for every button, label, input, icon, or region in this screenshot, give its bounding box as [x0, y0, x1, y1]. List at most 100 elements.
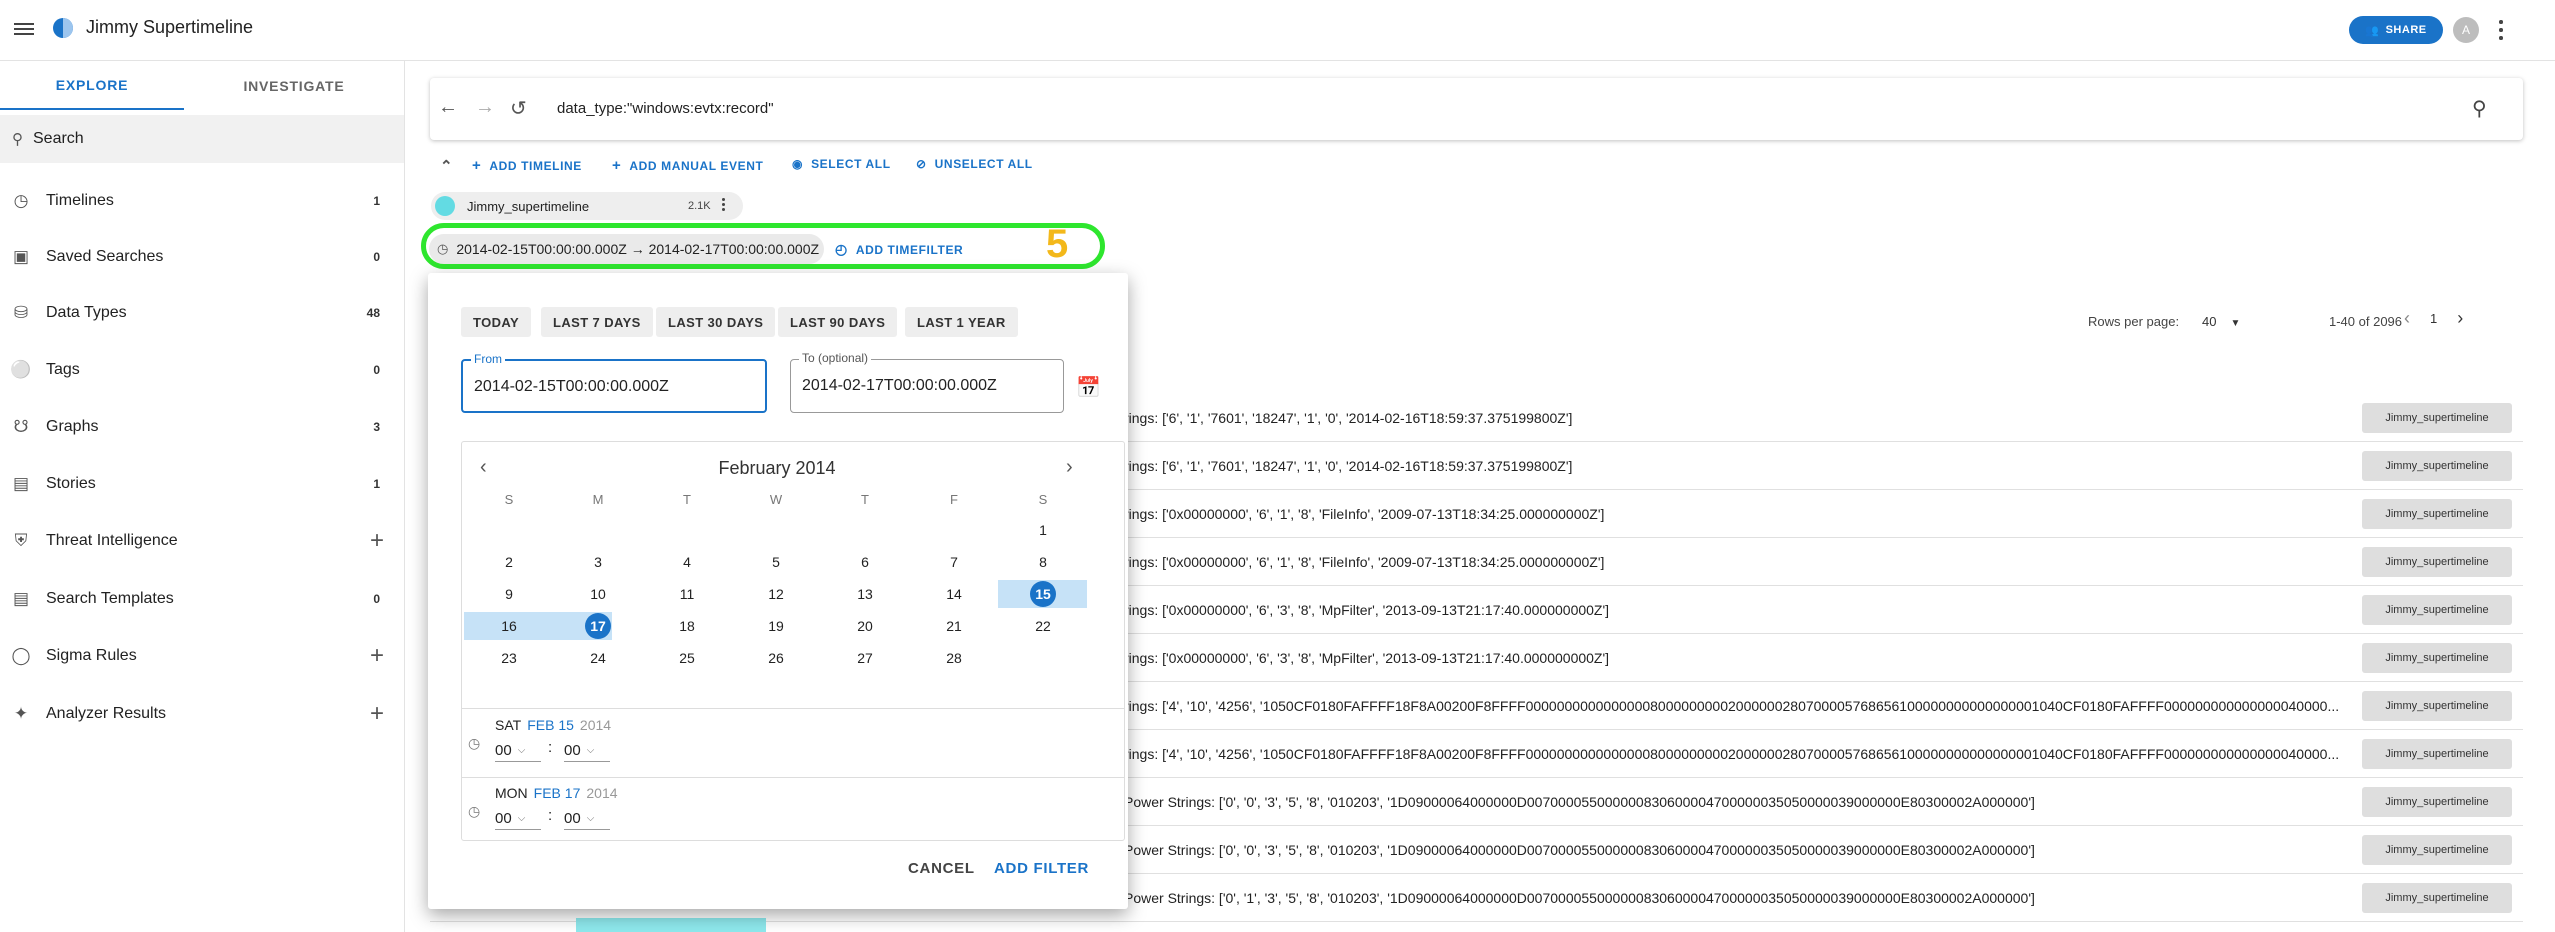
sidebar-item-label: Data Types [46, 304, 127, 321]
calendar-day[interactable]: 28 [924, 644, 984, 672]
timeline-tag[interactable]: Jimmy_supertimeline [2362, 691, 2512, 721]
add-timeline-button[interactable]: + ADD TIMELINE [472, 157, 582, 174]
calendar-day[interactable]: 5 [746, 548, 806, 576]
rows-per-page-select[interactable]: 40 ▼ [2202, 314, 2240, 329]
saved-search-icon: ▣ [12, 247, 30, 266]
more-vert-icon[interactable] [2494, 18, 2508, 42]
action-label: ADD TIMELINE [489, 158, 582, 173]
preset-today-button[interactable]: TODAY [461, 307, 532, 337]
calendar-day[interactable]: 15 [1013, 580, 1073, 608]
sidebar-item-tags[interactable]: ⚪ Tags 0 [0, 342, 404, 398]
history-icon[interactable]: ↺ [510, 96, 527, 121]
timeline-tag[interactable]: Jimmy_supertimeline [2362, 883, 2512, 913]
sidebar-item-timelines[interactable]: ◷ Timelines 1 [0, 173, 404, 229]
calendar-day[interactable]: 16 [479, 612, 539, 640]
search-input[interactable]: data_type:"windows:evtx:record" [557, 100, 774, 117]
weekday-header: W [769, 492, 783, 507]
forward-arrow-icon[interactable]: → [475, 96, 495, 119]
preset-last-90-days-button[interactable]: LAST 90 DAYS [778, 307, 898, 337]
calendar-day[interactable]: 12 [746, 580, 806, 608]
tab-explore[interactable]: EXPLORE [0, 61, 184, 110]
calendar-day[interactable]: 9 [479, 580, 539, 608]
sidebar-item-data-types[interactable]: ⛁ Data Types 48 [0, 285, 404, 341]
sidebar-item-analyzer-results[interactable]: ✦ Analyzer Results + [0, 686, 404, 742]
sidebar-item-sigma-rules[interactable]: ◯ Sigma Rules + [0, 628, 404, 684]
range-label: 1-40 of 2096 [2329, 314, 2403, 329]
next-page-icon[interactable]: › [2457, 308, 2463, 329]
sidebar-item-stories[interactable]: ▤ Stories 1 [0, 456, 404, 512]
calendar-day[interactable]: 8 [1013, 548, 1073, 576]
add-icon[interactable]: + [370, 642, 384, 670]
timeline-tag[interactable]: Jimmy_supertimeline [2362, 739, 2512, 769]
calendar-day[interactable]: 21 [924, 612, 984, 640]
calendar-day[interactable]: 18 [657, 612, 717, 640]
prev-page-icon[interactable]: ‹ [2404, 308, 2410, 329]
calendar-day[interactable]: 11 [657, 580, 717, 608]
prev-month-icon[interactable]: ‹ [480, 456, 487, 479]
timeline-tag[interactable]: Jimmy_supertimeline [2362, 643, 2512, 673]
add-icon[interactable]: + [370, 700, 384, 728]
calendar-day[interactable]: 7 [924, 548, 984, 576]
tab-investigate[interactable]: INVESTIGATE [184, 61, 404, 110]
calendar-day[interactable]: 13 [835, 580, 895, 608]
calendar-clear-icon[interactable]: 📅 [1076, 375, 1101, 400]
sidebar-item-threat-intelligence[interactable]: ⛨ Threat Intelligence + [0, 513, 404, 569]
sidebar-item-search-templates[interactable]: ▤ Search Templates 0 [0, 571, 404, 627]
calendar-day[interactable]: 19 [746, 612, 806, 640]
row-message: rings: ['0x00000000', '6', '3', '8', 'Mp… [1124, 602, 1610, 618]
calendar-day[interactable]: 4 [657, 548, 717, 576]
timeline-tag[interactable]: Jimmy_supertimeline [2362, 595, 2512, 625]
calendar-day[interactable]: 20 [835, 612, 895, 640]
select-all-button[interactable]: ◉ SELECT ALL [792, 157, 891, 171]
calendar-day[interactable]: 14 [924, 580, 984, 608]
calendar-day[interactable]: 6 [835, 548, 895, 576]
sidebar-item-graphs[interactable]: ☋ Graphs 3 [0, 399, 404, 455]
calendar-day[interactable]: 25 [657, 644, 717, 672]
sidebar-item-saved-searches[interactable]: ▣ Saved Searches 0 [0, 229, 404, 285]
cancel-button[interactable]: CANCEL [908, 860, 975, 877]
start-minute-select[interactable]: 00 ⌵ [564, 739, 610, 762]
calendar-day[interactable]: 26 [746, 644, 806, 672]
to-field[interactable]: To (optional) 2014-02-17T00:00:00.000Z [790, 351, 1064, 413]
calendar-day[interactable]: 22 [1013, 612, 1073, 640]
preset-last-7-days-button[interactable]: LAST 7 DAYS [541, 307, 653, 337]
add-filter-button[interactable]: ADD FILTER [994, 860, 1089, 877]
calendar-day[interactable]: 1 [1013, 516, 1073, 544]
from-field[interactable]: From 2014-02-15T00:00:00.000Z [461, 352, 767, 413]
calendar-day[interactable]: 24 [568, 644, 628, 672]
calendar-day[interactable]: 27 [835, 644, 895, 672]
sidebar-search[interactable]: ⚲ Search [0, 115, 404, 163]
share-button[interactable]: 👥 SHARE [2349, 16, 2443, 44]
end-hour: 00 [495, 809, 512, 827]
weekday-header: T [683, 492, 691, 507]
calendar-day[interactable]: 10 [568, 580, 628, 608]
end-hour-select[interactable]: 00 ⌵ [495, 807, 541, 830]
timeline-tag[interactable]: Jimmy_supertimeline [2362, 451, 2512, 481]
unselect-all-button[interactable]: ⊘ UNSELECT ALL [916, 157, 1033, 171]
end-minute-select[interactable]: 00 ⌵ [564, 807, 610, 830]
timeline-tag[interactable]: Jimmy_supertimeline [2362, 403, 2512, 433]
calendar-day[interactable]: 3 [568, 548, 628, 576]
timeline-tag[interactable]: Jimmy_supertimeline [2362, 835, 2512, 865]
back-arrow-icon[interactable]: ← [438, 96, 458, 119]
menu-icon[interactable] [14, 20, 34, 36]
row-message: rings: ['4', '10', '4256', '1050CF0180FA… [1124, 746, 2340, 762]
avatar[interactable]: A [2453, 17, 2479, 43]
next-month-icon[interactable]: › [1066, 456, 1073, 479]
calendar-day[interactable]: 17 [568, 612, 628, 640]
more-vert-icon[interactable] [722, 198, 726, 211]
calendar-day[interactable]: 2 [479, 548, 539, 576]
preset-last-30-days-button[interactable]: LAST 30 DAYS [656, 307, 776, 337]
calendar-day[interactable]: 23 [479, 644, 539, 672]
timeline-chip[interactable]: Jimmy_supertimeline 2.1K [431, 192, 743, 220]
preset-last-1-year-button[interactable]: LAST 1 YEAR [905, 307, 1018, 337]
add-icon[interactable]: + [370, 527, 384, 555]
start-hour-select[interactable]: 00 ⌵ [495, 739, 541, 762]
timeline-tag[interactable]: Jimmy_supertimeline [2362, 499, 2512, 529]
search-icon[interactable]: ⚲ [2472, 96, 2487, 121]
row-message: rings: ['0x00000000', '6', '3', '8', 'Mp… [1124, 650, 1610, 666]
timeline-tag[interactable]: Jimmy_supertimeline [2362, 787, 2512, 817]
collapse-chevron-icon[interactable]: ⌃ [440, 157, 453, 175]
timeline-tag[interactable]: Jimmy_supertimeline [2362, 547, 2512, 577]
add-manual-event-button[interactable]: + ADD MANUAL EVENT [612, 157, 763, 174]
